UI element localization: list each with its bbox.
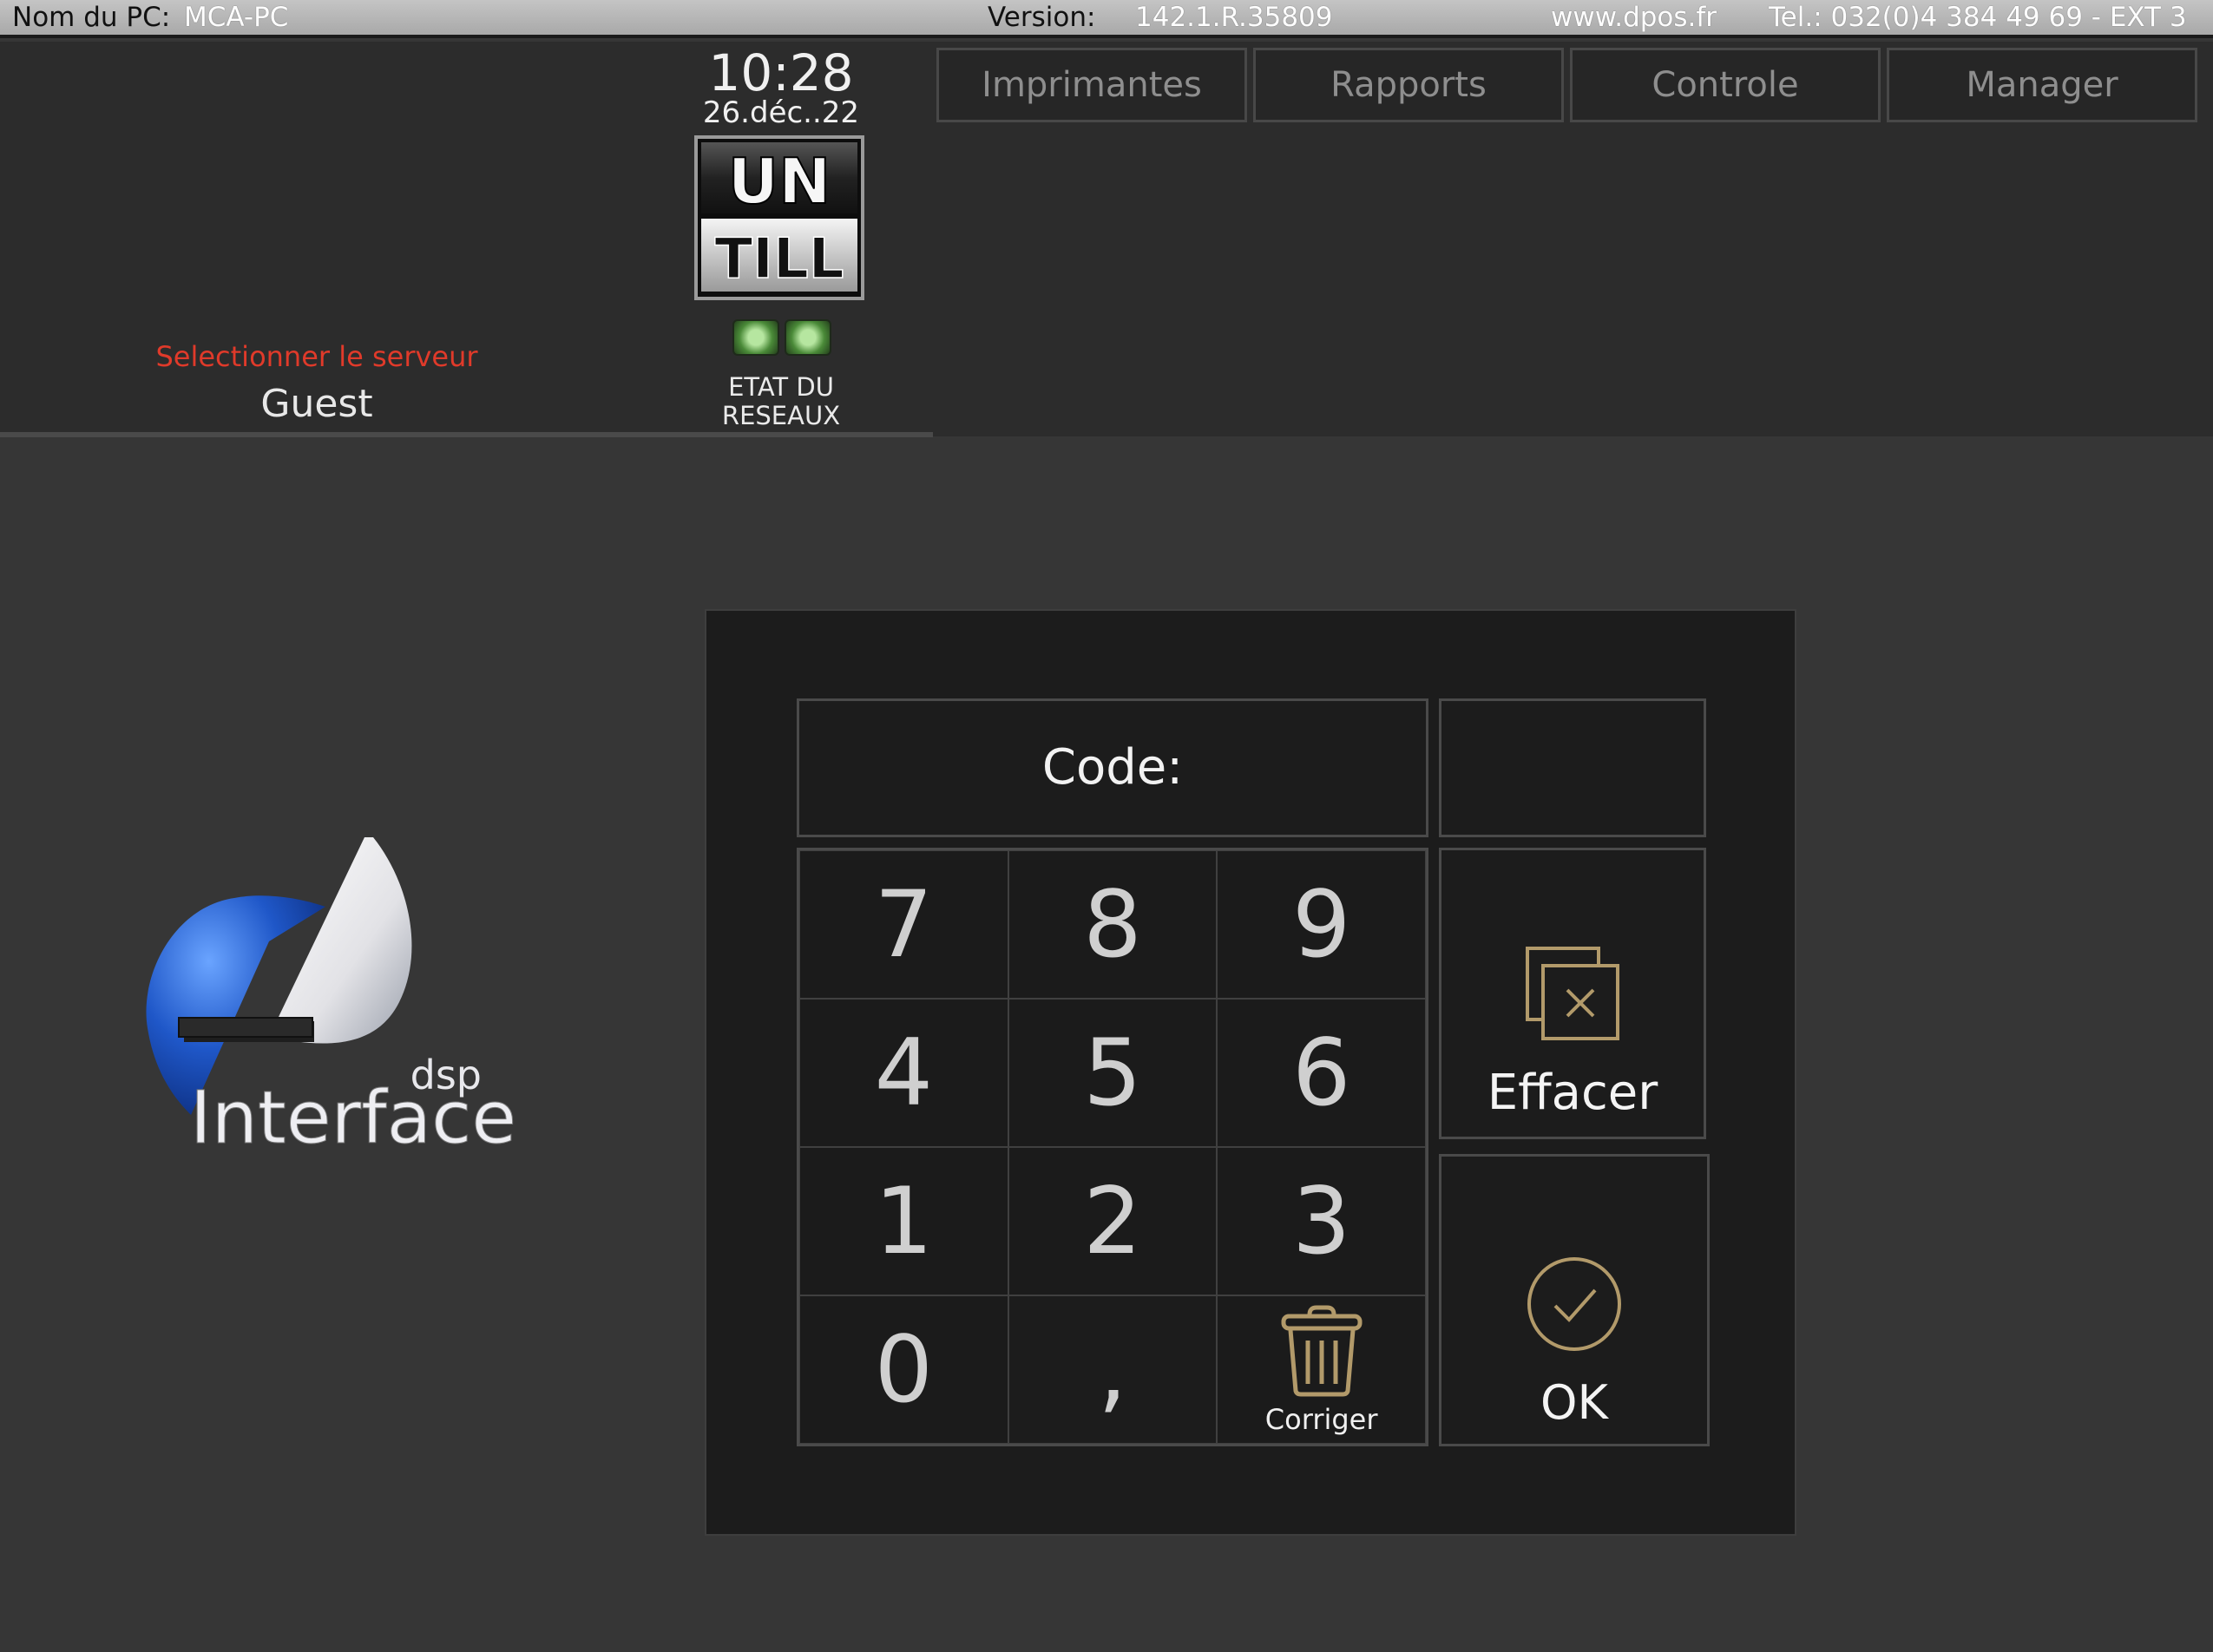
network-status-label: ETAT DU RESEAUX [721,372,841,430]
svg-text:UN: UN [728,145,831,218]
key-0[interactable]: 0 [799,1295,1008,1444]
app-window: Nom du PC: MCA-PC Version: 142.1.R.35809… [0,0,2213,1652]
version-label: Version: [988,2,1096,33]
key-comma[interactable]: , [1008,1295,1218,1444]
untill-logo-graphic: UN TILL [701,142,857,292]
key-2[interactable]: 2 [1008,1147,1218,1295]
version-number: 142.1.R.35809 [1135,2,1333,33]
rapports-button[interactable]: Rapports [1253,48,1564,122]
select-server-prompt[interactable]: Selectionner le serveur [121,340,512,373]
manager-button[interactable]: Manager [1887,48,2197,122]
key-5[interactable]: 5 [1008,999,1218,1147]
svg-text:TILL: TILL [714,227,844,292]
clear-box-icon [1526,947,1619,1040]
key-8[interactable]: 8 [1008,850,1218,999]
key-3[interactable]: 3 [1217,1147,1426,1295]
check-circle-icon [1527,1257,1621,1351]
clock-date: 26.déc..22 [702,95,860,130]
key-1[interactable]: 1 [799,1147,1008,1295]
untill-logo: UN TILL [694,135,864,300]
numeric-keypad: 7 8 9 4 5 6 1 2 3 0 , Corriger [797,848,1428,1446]
pc-name: MCA-PC [184,2,289,33]
ok-button[interactable]: OK [1439,1154,1710,1446]
effacer-button[interactable]: Effacer [1439,848,1706,1139]
ok-label: OK [1540,1375,1608,1430]
network-status-leds [732,319,831,356]
key-4[interactable]: 4 [799,999,1008,1147]
dsp-interface-logo: dsp Interface [146,837,517,1158]
controle-button[interactable]: Controle [1570,48,1881,122]
pc-name-label: Nom du PC: [12,2,171,33]
trash-icon [1281,1305,1363,1396]
key-7[interactable]: 7 [799,850,1008,999]
network-led-1 [732,319,779,356]
key-6[interactable]: 6 [1217,999,1426,1147]
corriger-label: Corriger [1264,1402,1378,1436]
corriger-button[interactable]: Corriger [1217,1295,1426,1444]
effacer-label: Effacer [1487,1065,1658,1121]
status-bar: Nom du PC: MCA-PC Version: 142.1.R.35809… [0,0,2213,38]
phone-number: Tel.: 032(0)4 384 49 69 - EXT 3 [1769,2,2187,33]
key-9[interactable]: 9 [1217,850,1426,999]
code-label-box: Code: [797,698,1428,837]
website-link: www.dpos.fr [1551,2,1717,33]
header-divider [0,432,933,437]
interface-text: Interface [190,1075,516,1158]
server-name[interactable]: Guest [121,382,512,426]
imprimantes-button[interactable]: Imprimantes [936,48,1247,122]
network-led-2 [785,319,831,356]
clock-time: 10:28 [708,43,854,102]
code-input[interactable] [1439,698,1706,837]
